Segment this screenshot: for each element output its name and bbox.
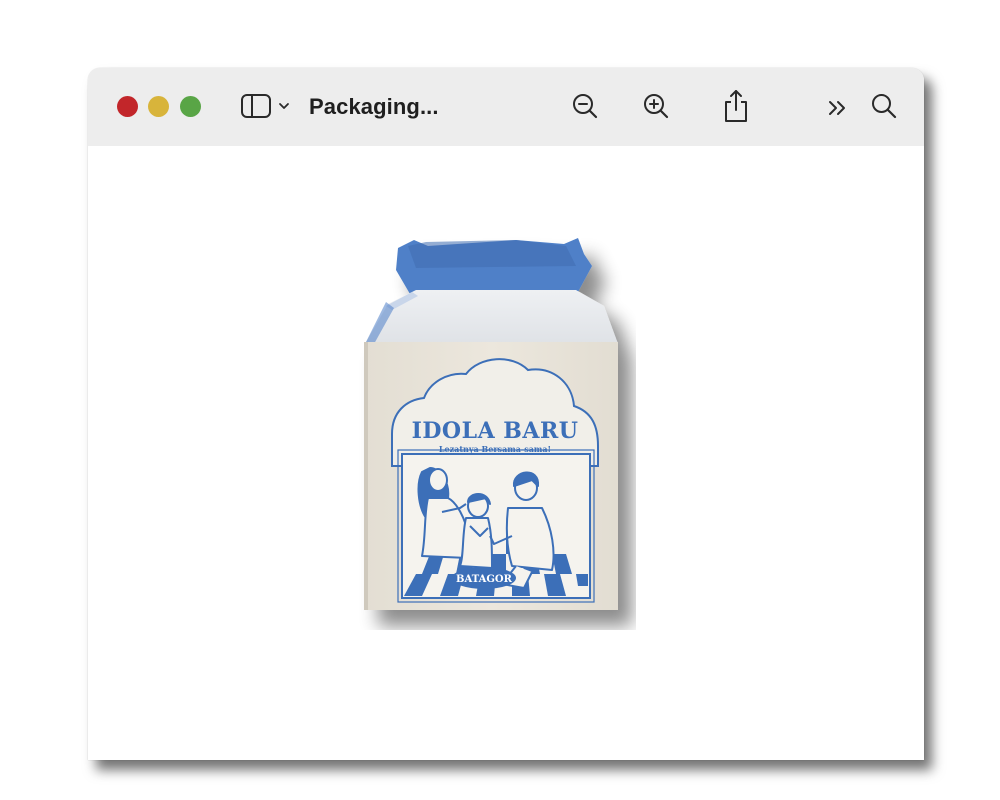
share-icon bbox=[723, 88, 749, 124]
zoom-in-icon bbox=[642, 92, 670, 120]
sidebar-icon bbox=[240, 93, 272, 119]
sidebar-toggle-button[interactable] bbox=[236, 90, 294, 122]
window-toolbar: Packaging... bbox=[88, 68, 924, 146]
maximize-window-button[interactable] bbox=[180, 96, 201, 117]
box-label-text: BATAGOR bbox=[456, 574, 513, 585]
zoom-out-button[interactable] bbox=[569, 90, 601, 122]
product-image: IDOLA BARU Lezatnya Bersama-sama! BATAGO… bbox=[356, 236, 636, 630]
search-icon bbox=[870, 92, 898, 120]
minimize-window-button[interactable] bbox=[148, 96, 169, 117]
preview-window: Packaging... IDOLA BARU Lezatnya Bersama… bbox=[88, 68, 924, 760]
zoom-in-button[interactable] bbox=[640, 90, 672, 122]
document-title: Packaging... bbox=[309, 94, 439, 119]
search-button[interactable] bbox=[868, 90, 900, 122]
chevron-down-icon bbox=[278, 101, 290, 111]
document-canvas: IDOLA BARU Lezatnya Bersama-sama! BATAGO… bbox=[88, 146, 924, 760]
zoom-out-icon bbox=[571, 92, 599, 120]
share-button[interactable] bbox=[720, 86, 752, 126]
close-window-button[interactable] bbox=[117, 96, 138, 117]
box-tagline-text: Lezatnya Bersama-sama! bbox=[439, 444, 551, 454]
box-title-text: IDOLA BARU bbox=[412, 418, 579, 444]
overflow-chevrons-icon bbox=[826, 97, 850, 119]
more-tools-button[interactable] bbox=[822, 92, 854, 124]
